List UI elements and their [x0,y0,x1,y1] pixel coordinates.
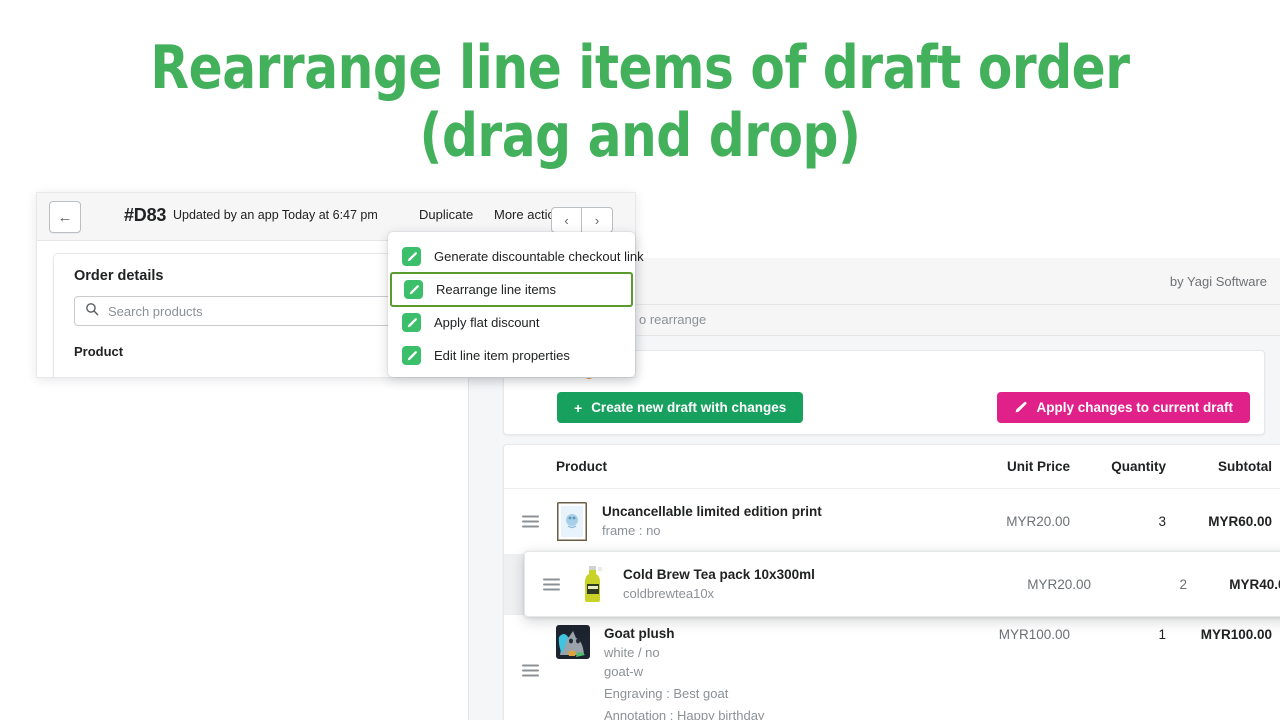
product-cell: Cold Brew Tea pack 10x300ml coldbrewtea1… [577,564,975,604]
page-title: Rearrange line items of draft order (dra… [45,34,1235,170]
goat-plush-thumbnail [556,625,590,659]
table-row[interactable]: Goat plush white / no goat-w Engraving :… [504,615,1280,720]
chevron-left-icon: ‹ [564,213,568,228]
previous-order-button[interactable]: ‹ [551,207,582,233]
subtotal-cell: MYR40.00 [1187,577,1280,592]
subtotal-cell: MYR60.00 [1166,514,1272,529]
product-cell: Goat plush white / no goat-w Engraving :… [556,615,954,720]
duplicate-button[interactable]: Duplicate [419,207,473,222]
create-new-draft-button[interactable]: + Create new draft with changes [557,392,803,423]
table-header-row: Product Unit Price Quantity Subtotal [504,445,1280,489]
search-icon [85,302,99,321]
product-name: Uncancellable limited edition print [602,503,822,521]
page-title-line-2: (drag and drop) [45,102,1235,170]
drag-handle-icon [522,515,539,528]
drag-handle[interactable] [504,664,556,677]
menu-item-label: Rearrange line items [436,282,556,297]
next-order-button[interactable]: › [582,207,613,233]
unit-price-cell: MYR100.00 [954,615,1070,642]
order-details-title: Order details [74,268,163,284]
product-text-block: Goat plush white / no goat-w Engraving :… [604,625,764,720]
menu-item-label: Edit line item properties [434,348,570,363]
chevron-right-icon: › [595,213,599,228]
pencil-icon [1014,401,1027,414]
drag-handle[interactable] [525,578,577,591]
table-row[interactable]: Uncancellable limited edition print fram… [504,489,1280,555]
product-cell: Uncancellable limited edition print fram… [556,502,954,542]
product-text-block: Cold Brew Tea pack 10x300ml coldbrewtea1… [623,566,815,603]
order-number: #D83 [124,205,166,226]
cold-brew-tea-thumbnail [577,564,609,604]
product-property-engraving: Engraving : Best goat [604,684,764,703]
arrow-left-icon: ← [58,209,73,226]
subtotal-cell: MYR100.00 [1166,615,1272,642]
unit-price-cell: MYR20.00 [954,514,1070,529]
product-sku: goat-w [604,662,764,681]
header-subtotal: Subtotal [1166,459,1272,474]
order-details-product-header: Product [74,344,123,359]
menu-item-apply-flat-discount[interactable]: Apply flat discount [388,306,635,339]
page-title-line-1: Rearrange line items of draft order [45,34,1235,102]
quantity-cell: 1 [1070,615,1166,642]
menu-item-generate-checkout-link[interactable]: Generate discountable checkout link [388,240,635,273]
pencil-square-icon [402,247,421,266]
product-property-annotation: Annotation : Happy birthday [604,706,764,720]
screenshot-root: Rearrange line items of draft order (dra… [0,0,1280,720]
product-sku: coldbrewtea10x [623,584,815,603]
pencil-square-icon [404,280,423,299]
pencil-square-icon [402,313,421,332]
pencil-square-icon [402,346,421,365]
quantity-cell: 2 [1091,577,1187,592]
create-new-draft-label: Create new draft with changes [591,400,786,415]
product-text-block: Uncancellable limited edition print fram… [602,503,822,540]
unit-price-cell: MYR20.00 [975,577,1091,592]
back-button[interactable]: ← [49,201,81,233]
apply-changes-label: Apply changes to current draft [1036,400,1233,415]
header-product: Product [556,459,954,474]
order-updated-text: Updated by an app Today at 6:47 pm [173,208,378,222]
rearrange-hint: o rearrange [639,312,706,327]
header-unit-price: Unit Price [954,459,1070,474]
menu-item-label: Generate discountable checkout link [434,249,644,264]
drag-handle[interactable] [504,515,556,528]
product-variant: white / no [604,643,764,662]
menu-item-label: Apply flat discount [434,315,540,330]
drag-handle-icon [543,578,560,591]
menu-item-edit-line-item-properties[interactable]: Edit line item properties [388,339,635,372]
menu-item-rearrange-line-items[interactable]: Rearrange line items [390,272,633,307]
header-quantity: Quantity [1070,459,1166,474]
framed-print-thumbnail [556,502,588,542]
more-actions-menu: Generate discountable checkout link Rear… [388,232,635,377]
quantity-cell: 3 [1070,514,1166,529]
order-pagination: ‹ › [551,207,613,233]
dragging-row[interactable]: Cold Brew Tea pack 10x300ml coldbrewtea1… [524,551,1280,617]
apply-changes-button[interactable]: Apply changes to current draft [997,392,1250,423]
drag-handle-icon [522,664,539,677]
product-meta: frame : no [602,521,822,540]
product-name: Goat plush [604,625,764,643]
plus-icon: + [574,401,582,415]
product-name: Cold Brew Tea pack 10x300ml [623,566,815,584]
app-byline: by Yagi Software [1170,274,1267,289]
